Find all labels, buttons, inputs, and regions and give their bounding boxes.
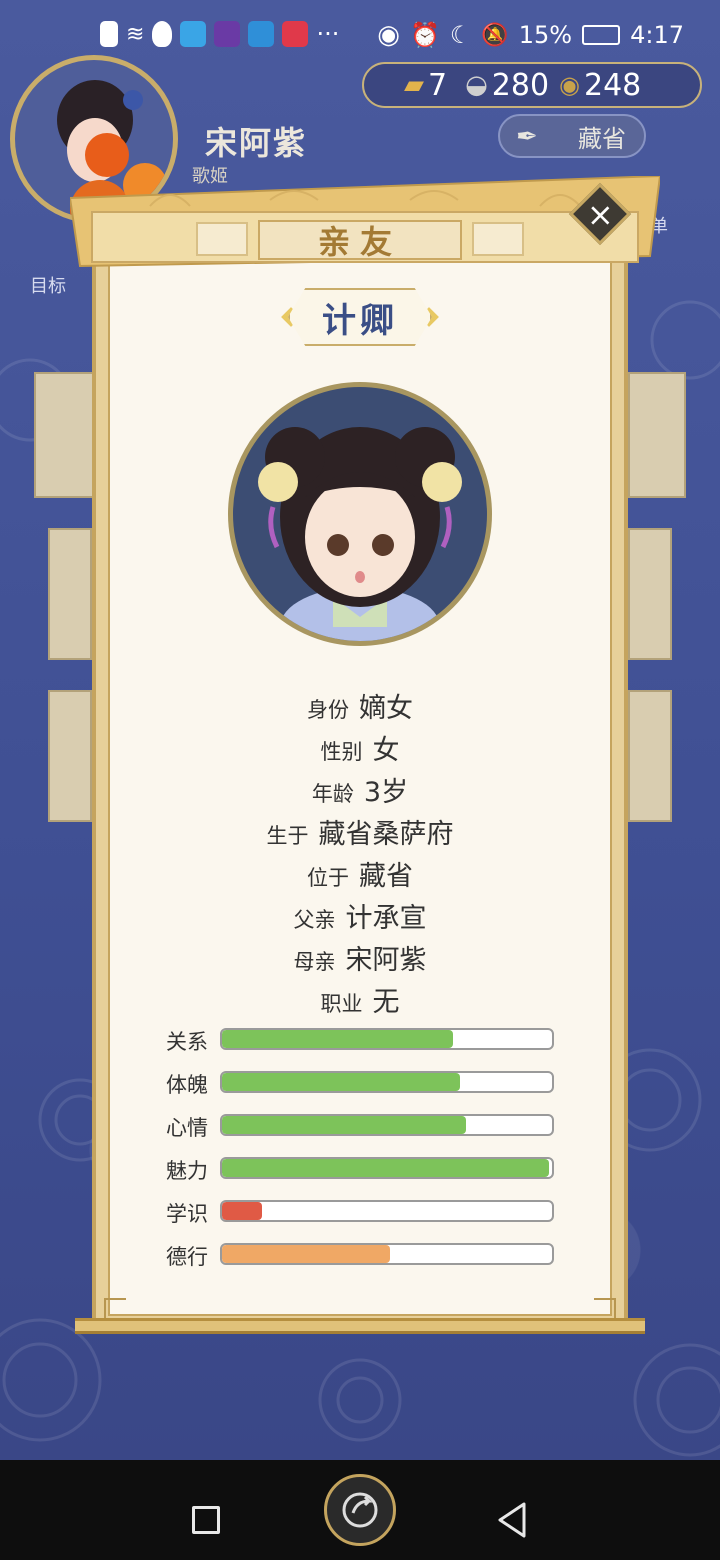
coin-count: 248 xyxy=(584,67,642,103)
share-icon xyxy=(342,1492,378,1528)
tab-ornament-right xyxy=(472,222,524,256)
character-portrait xyxy=(228,382,492,646)
background-card xyxy=(628,528,672,660)
mute-icon: 🔕 xyxy=(481,22,509,48)
silver-count: 280 xyxy=(491,67,550,103)
corner-ornament xyxy=(594,1298,616,1320)
wifi-icon: ≋ xyxy=(126,21,145,47)
floating-assistant-button[interactable] xyxy=(324,1474,396,1546)
stat-mood: 心情 xyxy=(166,1114,566,1140)
coin-icon: ◉ xyxy=(559,71,580,99)
alarm-icon: ⏰ xyxy=(409,21,440,49)
background-card xyxy=(628,690,672,822)
battery-icon xyxy=(582,25,621,45)
tab-ornament-left xyxy=(196,222,248,256)
stat-fill xyxy=(222,1159,549,1177)
info-row-location: 位于 藏省 xyxy=(307,861,413,892)
weather-app-icon xyxy=(248,21,275,47)
info-row-identity: 身份 嫡女 xyxy=(307,693,413,724)
gold-ingot-icon: ▰ xyxy=(404,70,424,100)
stat-fill xyxy=(222,1116,467,1134)
clock: 4:17 xyxy=(630,21,684,49)
battery-percent: 15% xyxy=(518,21,573,49)
close-icon: × xyxy=(586,195,614,233)
stat-charm: 魅力 xyxy=(166,1157,566,1183)
info-row-birthplace: 生于 藏省桑萨府 xyxy=(266,819,454,850)
info-row-father: 父亲 计承宣 xyxy=(293,903,427,934)
info-row-occupation: 职业无 xyxy=(320,987,400,1018)
stat-fill xyxy=(222,1245,391,1263)
system-icons: ◉ ⏰ ☾ 🔕 15% 4:17 xyxy=(377,20,684,50)
dialog-title: 亲友 xyxy=(258,220,462,261)
browser-app-icon xyxy=(180,21,207,47)
player-name: 宋阿紫 xyxy=(205,124,308,162)
stat-relationship: 关系 xyxy=(166,1028,566,1054)
stat-bar xyxy=(220,1114,554,1136)
reader-app-icon xyxy=(282,21,309,47)
background-card xyxy=(628,372,686,498)
stat-bar xyxy=(220,1157,554,1179)
stat-fill xyxy=(222,1202,262,1220)
stat-fill xyxy=(222,1030,453,1048)
alert-icon xyxy=(100,21,118,47)
more-icon: ··· xyxy=(316,20,340,48)
stat-bar xyxy=(220,1200,554,1222)
stat-bar xyxy=(220,1243,554,1265)
character-name: 计卿 xyxy=(288,288,432,346)
background-card xyxy=(48,528,92,660)
location-button[interactable]: ✒ 藏省 xyxy=(498,114,646,158)
scroll-rod xyxy=(75,1318,645,1334)
background-card xyxy=(48,690,92,822)
stat-bar xyxy=(220,1028,554,1050)
inkwell-icon: ✒ xyxy=(516,122,538,152)
currency-bar: ▰ 7 ◒ 280 ◉ 248 xyxy=(362,62,702,108)
qq-icon xyxy=(152,21,173,47)
stat-physique: 体魄 xyxy=(166,1071,566,1097)
stat-bar xyxy=(220,1071,554,1093)
notification-icons: ≋ ··· xyxy=(100,20,339,48)
background-card xyxy=(34,372,94,498)
info-row-age: 年龄 3岁 xyxy=(311,777,409,808)
gold-count: 7 xyxy=(428,67,448,103)
corner-ornament xyxy=(104,1298,126,1320)
info-row-mother: 母亲 宋阿紫 xyxy=(293,945,427,976)
stat-virtue: 德行 xyxy=(166,1243,566,1269)
info-row-gender: 性别女 xyxy=(320,735,400,766)
back-button[interactable] xyxy=(494,1500,530,1540)
silver-ingot-icon: ◒ xyxy=(465,70,488,100)
stat-knowledge: 学识 xyxy=(166,1200,566,1226)
stat-fill xyxy=(222,1073,460,1091)
goal-label[interactable]: 目标 xyxy=(30,272,66,298)
app-icon xyxy=(214,21,241,47)
eye-icon: ◉ xyxy=(377,20,400,50)
recents-button[interactable] xyxy=(192,1506,220,1534)
moon-icon: ☾ xyxy=(449,21,472,49)
